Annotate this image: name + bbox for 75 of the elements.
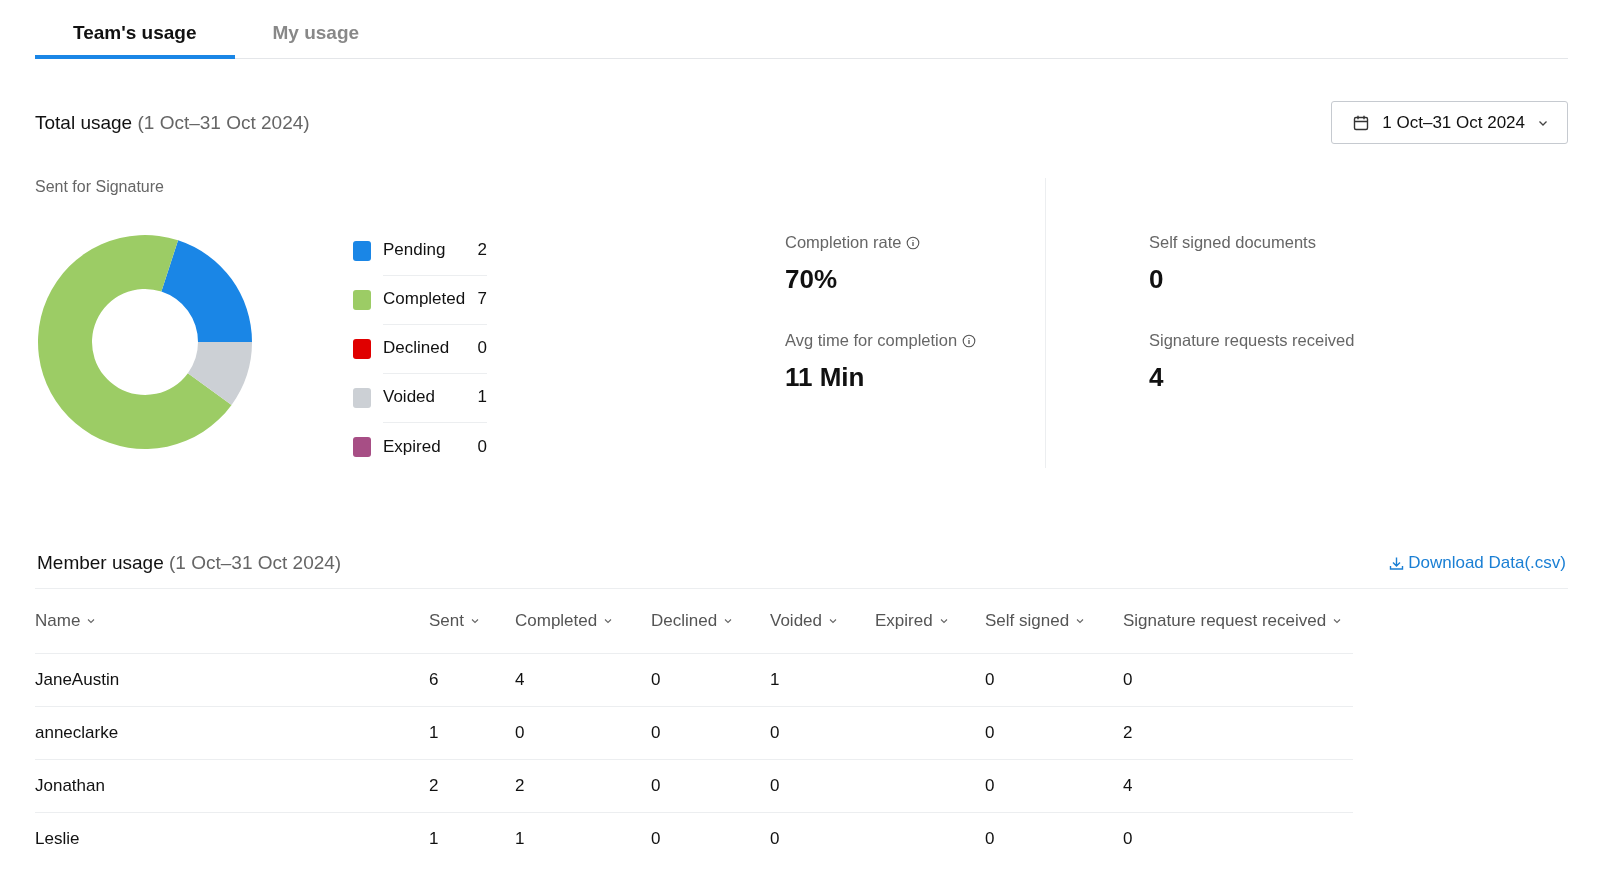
table-cell: 2 (1123, 723, 1133, 742)
info-icon[interactable] (962, 333, 977, 348)
legend-label: Completed (383, 289, 466, 309)
table-cell: 0 (651, 829, 661, 848)
table-cell: JaneAustin (35, 670, 120, 689)
sort-chevron-icon (86, 616, 97, 626)
sort-chevron-icon (1075, 616, 1086, 626)
date-range-picker[interactable]: 1 Oct–31 Oct 2024 (1331, 101, 1568, 144)
calendar-icon (1352, 113, 1371, 132)
table-cell: 0 (985, 723, 995, 742)
table-cell: 4 (1123, 776, 1133, 795)
table-cell: 1 (429, 829, 439, 848)
stat-value: 4 (1149, 362, 1165, 393)
section-title: Member usage (37, 552, 164, 573)
table-cell: 1 (770, 670, 780, 689)
stat-label: Signature requests received (1149, 331, 1355, 350)
table-cell: 0 (770, 723, 780, 742)
table-cell: 0 (651, 670, 661, 689)
tab[interactable]: Team's usage (35, 10, 235, 59)
table-cell: 0 (770, 829, 780, 848)
table-cell: 0 (985, 776, 995, 795)
table-cell: 0 (1123, 670, 1133, 689)
stat-label: Avg time for completion (785, 331, 958, 350)
period-text: (1 Oct–31 Oct 2024) (169, 552, 342, 573)
section-title: Total usage (35, 111, 133, 133)
sort-chevron-icon (828, 616, 838, 626)
column-header[interactable]: Declined (651, 611, 770, 631)
legend-label: Expired (383, 436, 441, 457)
chart-title: Sent for Signature (35, 178, 165, 196)
sort-chevron-icon (938, 616, 949, 626)
sort-chevron-icon (1332, 616, 1343, 626)
table-cell: 0 (651, 776, 661, 795)
table-cell: Leslie (35, 829, 80, 848)
period-text: (1 Oct–31 Oct 2024) (137, 111, 310, 133)
column-header[interactable]: Self signed (985, 611, 1123, 631)
download-link[interactable]: Download Data(.csv) (1389, 553, 1566, 573)
sort-chevron-icon (723, 616, 734, 626)
table-cell: 0 (651, 723, 661, 742)
table-cell: 4 (515, 670, 525, 689)
sort-chevron-icon (603, 616, 614, 626)
table-cell: 2 (515, 776, 525, 795)
table-cell: 6 (429, 670, 439, 689)
table-cell: 2 (429, 776, 439, 795)
table-cell: 0 (985, 670, 995, 689)
legend-count: 0 (477, 436, 487, 457)
legend-count: 2 (477, 240, 487, 260)
column-header[interactable]: Signature request received (1123, 611, 1363, 631)
table-cell: Jonathan (35, 776, 105, 795)
table-cell: 0 (1123, 829, 1133, 848)
table-cell: 0 (985, 829, 995, 848)
legend-count: 1 (477, 387, 487, 407)
table-cell: anneclarke (35, 723, 119, 742)
stat-label: Self signed documents (1149, 233, 1316, 252)
legend-label: Voided (383, 387, 435, 407)
download-icon (1389, 555, 1405, 571)
column-header[interactable]: Sent (429, 611, 515, 631)
legend-label: Declined (383, 338, 450, 358)
legend-count: 7 (477, 289, 487, 309)
legend-count: 0 (477, 338, 487, 358)
table-cell: 1 (515, 829, 525, 848)
table-cell: 1 (429, 723, 439, 742)
stat-value: 0 (1149, 264, 1165, 295)
info-icon[interactable] (906, 235, 921, 250)
table-cell: 0 (515, 723, 525, 742)
column-header[interactable]: Completed (515, 611, 651, 631)
column-header[interactable]: Expired (875, 611, 985, 631)
table-cell: 0 (770, 776, 780, 795)
stat-value: 11 Min (785, 362, 866, 393)
legend-label: Pending (383, 240, 446, 260)
column-header[interactable]: Voided (770, 611, 875, 631)
sort-chevron-icon (470, 616, 480, 626)
stat-value: 70% (785, 264, 839, 295)
stat-label: Completion rate (785, 233, 902, 252)
column-header[interactable]: Name (35, 611, 429, 631)
tab[interactable]: My usage (234, 10, 398, 59)
